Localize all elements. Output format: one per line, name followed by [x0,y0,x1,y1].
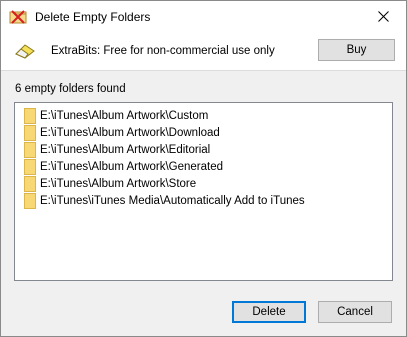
list-item[interactable]: E:\iTunes\Album Artwork\Download [24,124,220,141]
license-text: ExtraBits: Free for non-commercial use o… [51,45,275,57]
folder-path: E:\iTunes\iTunes Media\Automatically Add… [40,194,305,207]
cancel-button[interactable]: Cancel [318,301,392,323]
delete-button[interactable]: Delete [232,301,306,323]
close-icon [377,11,389,22]
eraser-icon [15,44,35,59]
window-title: Delete Empty Folders [35,10,151,24]
delete-empty-folders-dialog: Delete Empty Folders ExtraBits: Free for… [0,0,407,337]
list-item[interactable]: E:\iTunes\Album Artwork\Store [24,175,196,192]
list-item[interactable]: E:\iTunes\iTunes Media\Automatically Add… [24,192,305,209]
folder-path: E:\iTunes\Album Artwork\Store [40,177,197,190]
buy-button[interactable]: Buy [318,39,395,61]
list-item[interactable]: E:\iTunes\Album Artwork\Custom [24,107,208,124]
close-button[interactable] [360,1,406,32]
folder-path: E:\iTunes\Album Artwork\Custom [40,109,209,122]
folder-path: E:\iTunes\Album Artwork\Download [40,126,220,139]
folder-count-label: 6 empty folders found [15,83,126,95]
folder-icon [24,141,36,158]
title-bar: Delete Empty Folders [1,1,406,32]
folder-path: E:\iTunes\Album Artwork\Generated [40,160,224,173]
folder-icon [24,124,36,141]
folder-icon [24,107,36,124]
list-item[interactable]: E:\iTunes\Album Artwork\Generated [24,158,223,175]
folder-icon [24,175,36,192]
folder-icon [24,158,36,175]
list-item[interactable]: E:\iTunes\Album Artwork\Editorial [24,141,210,158]
folder-path: E:\iTunes\Album Artwork\Editorial [40,143,211,156]
app-icon [9,10,27,24]
folder-icon [24,192,36,209]
license-banner: ExtraBits: Free for non-commercial use o… [1,32,406,71]
empty-folders-list[interactable]: E:\iTunes\Album Artwork\Custom E:\iTunes… [14,102,393,281]
